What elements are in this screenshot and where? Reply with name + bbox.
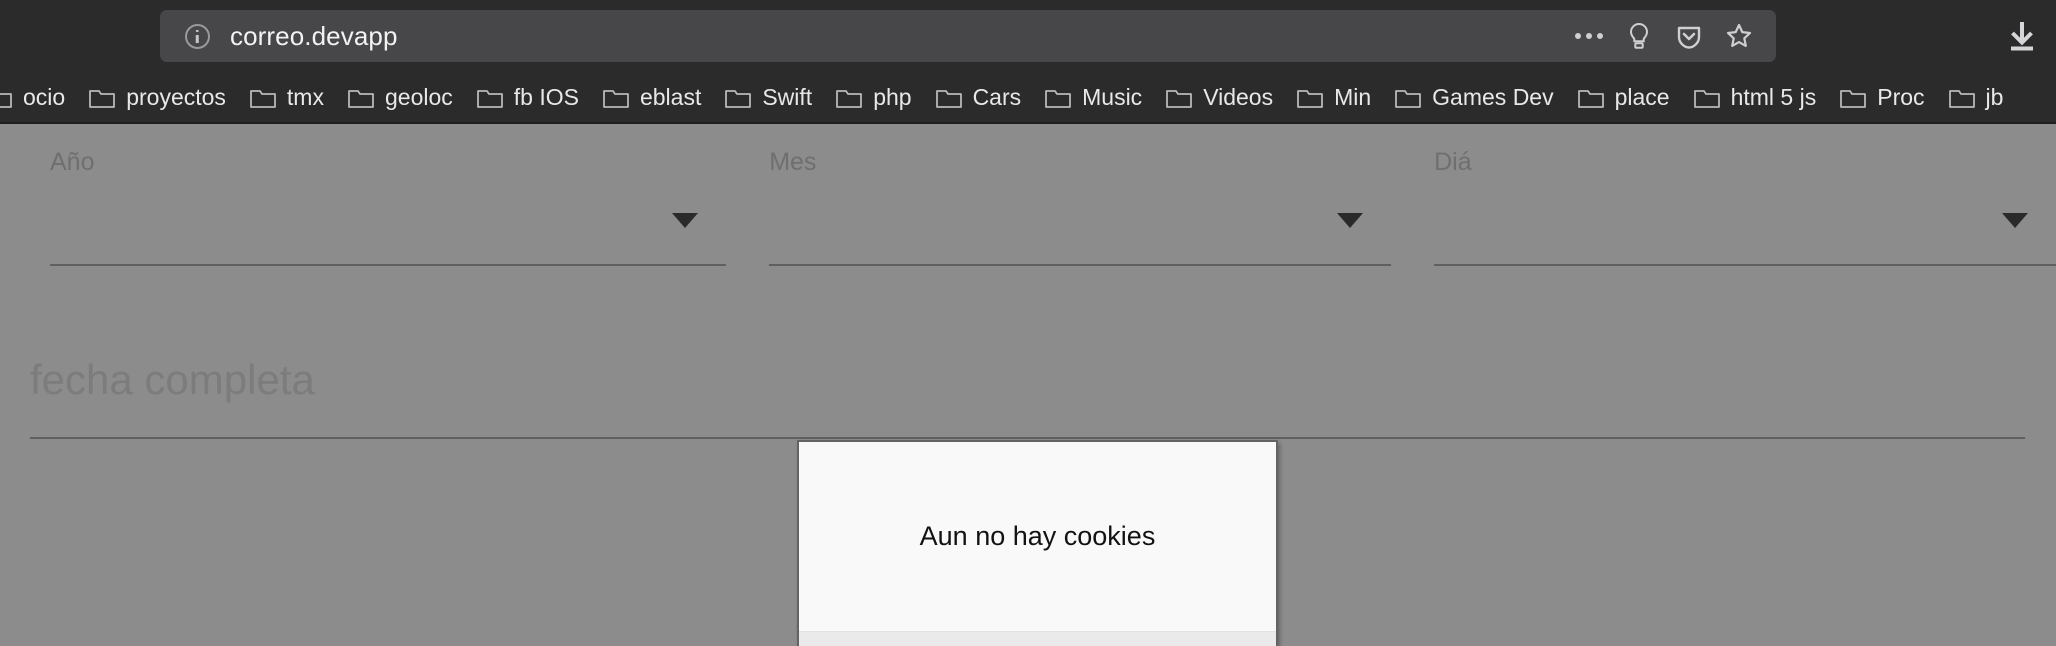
fecha-completa-field[interactable]: fecha completa	[30, 359, 2025, 439]
day-label: Diá	[1434, 148, 1472, 176]
bookmark-item[interactable]: place	[1566, 79, 1682, 116]
chevron-down-icon	[2002, 213, 2029, 228]
bookmark-star-icon[interactable]	[1714, 14, 1764, 58]
day-select-field[interactable]: Diá	[1434, 146, 2056, 266]
bookmark-item[interactable]: jb	[1937, 79, 2016, 116]
cookies-alert-dialog: Aun no hay cookies Aceptar	[797, 440, 1278, 646]
page-content: Año Mes Diá fecha completa Aun no hay co…	[0, 124, 2056, 646]
bookmarks-toolbar: ocio proyectos tmx geoloc fb IOS eblast …	[0, 72, 2056, 124]
folder-icon	[836, 89, 863, 108]
dialog-message: Aun no hay cookies	[919, 521, 1156, 551]
reader-lightbulb-icon[interactable]	[1614, 14, 1664, 58]
date-fields-row: Año Mes Diá	[0, 124, 2056, 266]
year-label: Año	[50, 148, 95, 176]
folder-icon	[476, 89, 503, 108]
folder-icon	[250, 89, 276, 108]
bookmark-item[interactable]: eblast	[591, 79, 713, 116]
folder-icon	[1577, 89, 1604, 108]
folder-icon	[1297, 89, 1324, 108]
folder-icon	[348, 89, 374, 108]
bookmark-label: html 5 js	[1730, 83, 1817, 110]
chevron-down-icon	[672, 213, 699, 228]
bookmark-label: tmx	[286, 83, 324, 110]
dialog-body: Aun no hay cookies	[799, 442, 1276, 631]
bookmark-item[interactable]: Min	[1285, 79, 1383, 116]
page-actions-ellipsis-icon[interactable]	[1564, 14, 1614, 58]
bookmark-label: Music	[1082, 83, 1143, 110]
folder-icon	[603, 89, 629, 108]
folder-icon	[1948, 89, 1975, 108]
fecha-completa-placeholder: fecha completa	[30, 356, 315, 403]
folder-icon	[0, 92, 12, 108]
chevron-down-icon	[1337, 213, 1364, 228]
bookmark-label: php	[873, 83, 912, 110]
folder-icon	[1395, 89, 1422, 108]
bookmark-item[interactable]: geoloc	[336, 79, 465, 116]
bookmark-item[interactable]: proyectos	[77, 79, 238, 116]
bookmark-label: eblast	[639, 83, 702, 110]
field-underline	[50, 264, 727, 266]
navigation-toolbar: correo.devapp	[0, 0, 2056, 72]
info-icon	[184, 23, 210, 49]
bookmark-label: Min	[1334, 83, 1372, 110]
bookmark-item[interactable]: Music	[1033, 79, 1154, 116]
bookmark-label: place	[1614, 83, 1670, 110]
folder-icon	[1840, 89, 1867, 108]
bookmark-item[interactable]: fb IOS	[465, 79, 591, 116]
bookmark-label: Swift	[762, 83, 813, 110]
bookmark-label: Games Dev	[1432, 83, 1554, 110]
bookmark-item[interactable]: tmx	[238, 79, 336, 116]
bookmark-label: Videos	[1203, 83, 1274, 110]
bookmark-item[interactable]: html 5 js	[1682, 79, 1829, 116]
field-underline	[1434, 264, 2056, 266]
bookmark-item[interactable]: Games Dev	[1383, 79, 1565, 116]
bookmark-item[interactable]: ocio	[0, 79, 77, 116]
bookmark-item[interactable]: Proc	[1828, 79, 1936, 116]
bookmark-item[interactable]: Swift	[713, 79, 824, 116]
bookmark-label: jb	[1985, 83, 2004, 110]
bookmark-label: Cars	[972, 83, 1022, 110]
field-underline	[30, 437, 2025, 439]
year-select-field[interactable]: Año	[50, 146, 727, 266]
folder-icon	[1045, 89, 1072, 108]
url-bar[interactable]: correo.devapp	[160, 10, 1776, 62]
bookmark-item[interactable]: php	[824, 79, 923, 116]
bookmark-label: Proc	[1877, 83, 1925, 110]
month-label: Mes	[769, 148, 817, 176]
dialog-footer: Aceptar	[799, 631, 1276, 646]
urlbar-icon-group	[1564, 14, 1764, 58]
pocket-shield-icon[interactable]	[1664, 14, 1714, 58]
site-identity-button[interactable]	[182, 21, 212, 51]
folder-icon	[725, 89, 752, 108]
folder-icon	[1166, 89, 1193, 108]
downloads-arrow-icon[interactable]	[1996, 13, 2048, 59]
bookmark-item[interactable]: Cars	[924, 79, 1034, 116]
folder-icon	[1693, 89, 1720, 108]
bookmark-label: proyectos	[126, 83, 226, 110]
folder-icon	[89, 89, 116, 108]
bookmark-item[interactable]: Videos	[1154, 79, 1285, 116]
browser-chrome: correo.devapp ocio proyectos tmx geoloc …	[0, 0, 2056, 124]
bookmark-label: fb IOS	[513, 83, 579, 110]
bookmark-label: ocio	[23, 83, 66, 110]
month-select-field[interactable]: Mes	[769, 146, 1392, 266]
url-text[interactable]: correo.devapp	[230, 21, 1564, 52]
bookmark-label: geoloc	[384, 83, 453, 110]
field-underline	[769, 264, 1392, 266]
folder-icon	[935, 89, 962, 108]
